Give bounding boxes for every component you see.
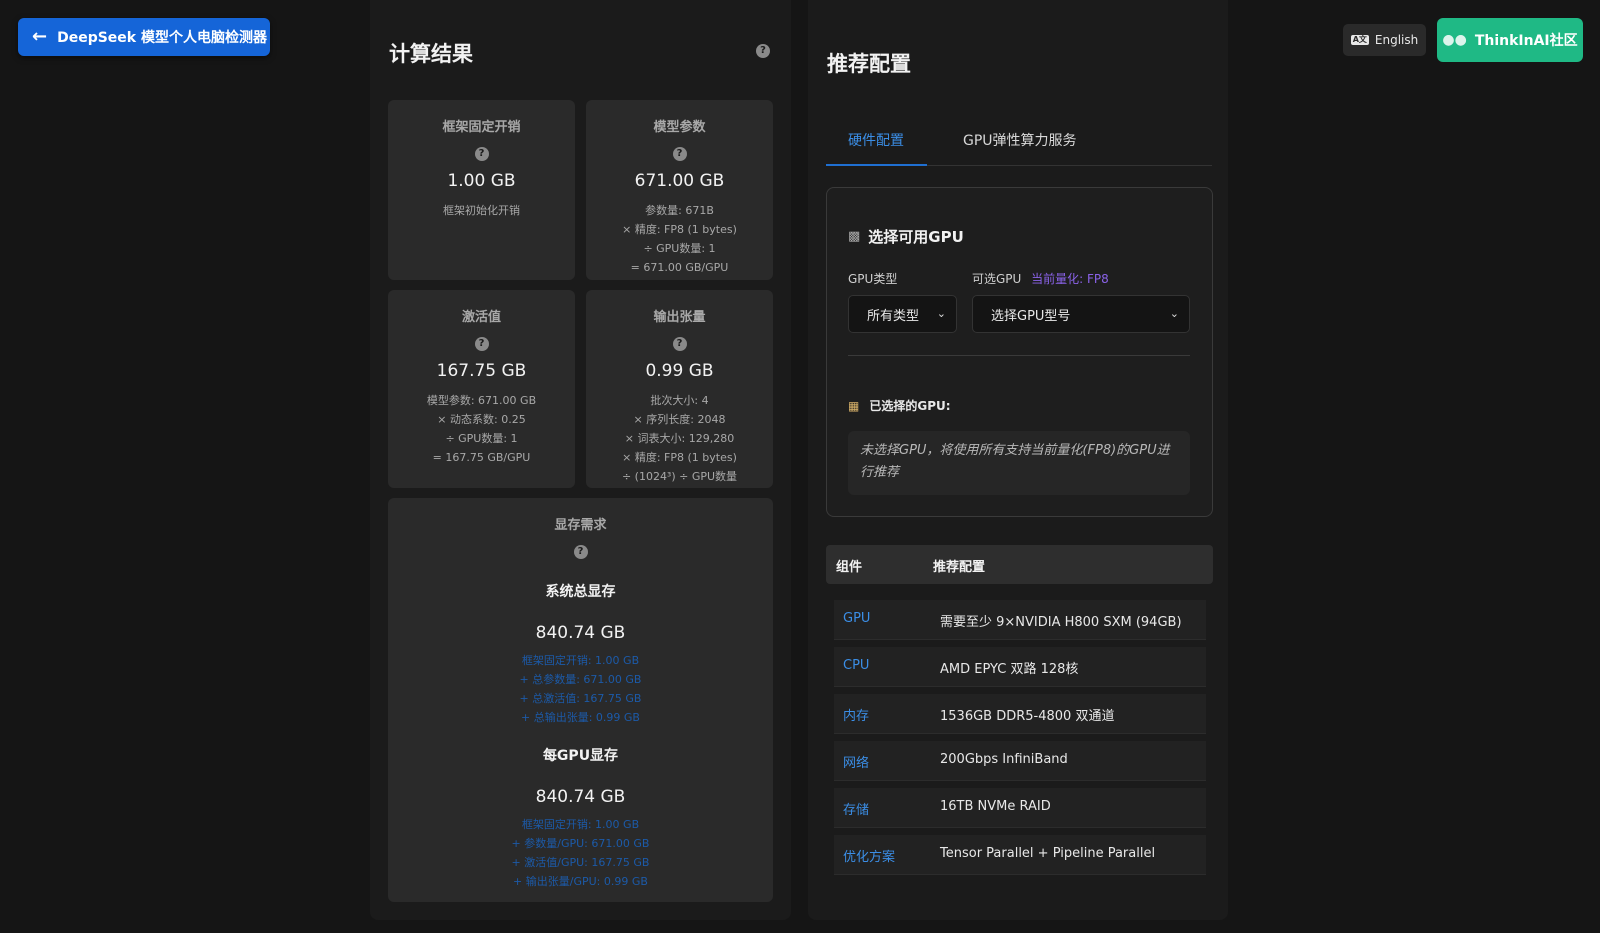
- framework-overhead-card: 框架固定开销 ? 1.00 GB 框架初始化开销: [388, 100, 575, 280]
- recommend-title: 推荐配置: [827, 52, 911, 76]
- community-button[interactable]: ●● ThinkInAI社区: [1437, 18, 1583, 62]
- help-icon[interactable]: ?: [573, 545, 588, 559]
- memory-line: + 总输出张量: 0.99 GB: [521, 711, 640, 724]
- row-config-value: AMD EPYC 双路 128核: [940, 662, 1079, 677]
- row-component-name: 网络: [843, 756, 870, 771]
- language-toggle-button[interactable]: A文 English: [1343, 24, 1426, 56]
- chevron-down-icon: ⌄: [936, 307, 946, 320]
- table-row: GPU 需要至少 9×NVIDIA H800 SXM (94GB): [834, 600, 1206, 640]
- gpu-select-box: ▩ 选择可用GPU GPU类型 可选GPU 当前量化: FP8 所有类型 ⌄ 选…: [826, 187, 1213, 517]
- card-line: × 序列长度: 2048: [633, 413, 726, 426]
- tab-active-indicator: [826, 164, 927, 166]
- output-tensor-card: 输出张量 ? 0.99 GB 批次大小: 4 × 序列长度: 2048 × 词表…: [586, 290, 773, 488]
- tab-gpu-cloud[interactable]: GPU弹性算力服务: [963, 130, 1077, 150]
- gpu-available-label: 可选GPU: [972, 272, 1022, 286]
- table-row: 存储 16TB NVMe RAID: [834, 788, 1206, 828]
- help-icon[interactable]: ?: [756, 44, 770, 58]
- table-header-config: 推荐配置: [933, 560, 986, 575]
- gpu-type-select[interactable]: 所有类型 ⌄: [848, 295, 957, 333]
- card-title: 框架固定开销: [442, 120, 521, 135]
- recommend-table-header: 组件 推荐配置: [826, 545, 1213, 584]
- calc-results-title: 计算结果: [389, 42, 473, 66]
- quantization-label: 当前量化: FP8: [1031, 272, 1109, 286]
- divider: [848, 355, 1190, 356]
- memory-requirement-card: 显存需求 ? 系统总显存 840.74 GB 框架固定开销: 1.00 GB +…: [388, 498, 773, 902]
- card-value: 167.75 GB: [436, 361, 527, 381]
- memory-line: + 输出张量/GPU: 0.99 GB: [513, 875, 648, 888]
- card-line: 批次大小: 4: [650, 394, 709, 407]
- activation-card: 激活值 ? 167.75 GB 模型参数: 671.00 GB × 动态系数: …: [388, 290, 575, 488]
- row-config-value: 需要至少 9×NVIDIA H800 SXM (94GB): [940, 615, 1182, 630]
- gpu-model-select-value: 选择GPU型号: [991, 308, 1071, 324]
- memory-line: + 总激活值: 167.75 GB: [519, 692, 642, 705]
- gpu-model-select[interactable]: 选择GPU型号 ⌄: [972, 295, 1190, 333]
- row-component-name: 优化方案: [843, 850, 896, 865]
- table-row: 优化方案 Tensor Parallel + Pipeline Parallel: [834, 835, 1206, 875]
- per-gpu-memory-label: 每GPU显存: [542, 748, 619, 764]
- chevron-down-icon: ⌄: [1169, 307, 1179, 320]
- card-line: × 动态系数: 0.25: [437, 413, 526, 426]
- tab-hardware[interactable]: 硬件配置: [848, 130, 904, 150]
- total-memory-label: 系统总显存: [545, 584, 616, 600]
- card-value: 671.00 GB: [634, 171, 725, 191]
- card-line: 参数量: 671B: [645, 204, 714, 217]
- memory-line: 框架固定开销: 1.00 GB: [521, 654, 640, 667]
- row-config-value: 200Gbps InfiniBand: [940, 752, 1068, 767]
- back-button-label: DeepSeek 模型个人电脑检测器: [57, 30, 267, 46]
- per-gpu-memory-value: 840.74 GB: [535, 787, 626, 807]
- gamepad-icon: ▩: [848, 229, 861, 244]
- card-title: 模型参数: [653, 120, 706, 135]
- community-label: ThinkInAI社区: [1474, 33, 1578, 49]
- model-params-card: 模型参数 ? 671.00 GB 参数量: 671B × 精度: FP8 (1 …: [586, 100, 773, 280]
- language-label: English: [1374, 33, 1419, 47]
- help-icon[interactable]: ?: [474, 147, 489, 161]
- help-icon[interactable]: ?: [672, 337, 687, 351]
- back-button[interactable]: ← DeepSeek 模型个人电脑检测器: [18, 18, 270, 56]
- gpu-type-select-value: 所有类型: [867, 308, 920, 324]
- help-icon[interactable]: ?: [672, 147, 687, 161]
- table-row: 内存 1536GB DDR5-4800 双通道: [834, 694, 1206, 734]
- card-line: = 167.75 GB/GPU: [432, 451, 531, 464]
- card-value: 0.99 GB: [645, 361, 714, 381]
- card-line: × 词表大小: 129,280: [624, 432, 735, 445]
- card-title: 激活值: [461, 310, 501, 325]
- memory-line: + 总参数量: 671.00 GB: [519, 673, 642, 686]
- total-memory-value: 840.74 GB: [535, 623, 626, 643]
- clipboard-icon: ▦: [848, 398, 860, 413]
- card-line: × 精度: FP8 (1 bytes): [622, 451, 737, 464]
- row-config-value: 16TB NVMe RAID: [940, 799, 1051, 814]
- language-icon: A文: [1350, 34, 1369, 46]
- card-value: 1.00 GB: [447, 171, 516, 191]
- row-config-value: Tensor Parallel + Pipeline Parallel: [940, 846, 1156, 861]
- row-component-name: CPU: [843, 658, 870, 673]
- table-row: 网络 200Gbps InfiniBand: [834, 741, 1206, 781]
- memory-line: + 激活值/GPU: 167.75 GB: [511, 856, 650, 869]
- row-config-value: 1536GB DDR5-4800 双通道: [940, 709, 1115, 724]
- card-line: ÷ GPU数量: 1: [643, 242, 716, 255]
- arrow-left-icon: ←: [32, 26, 48, 47]
- card-title: 输出张量: [653, 310, 706, 325]
- recommend-tabs: 硬件配置 GPU弹性算力服务: [826, 122, 1212, 166]
- row-component-name: 内存: [843, 709, 870, 724]
- memory-line: 框架固定开销: 1.00 GB: [521, 818, 640, 831]
- card-line: ÷ (1024³) ÷ GPU数量: [621, 470, 738, 483]
- card-title: 显存需求: [554, 518, 607, 533]
- help-icon[interactable]: ?: [474, 337, 489, 351]
- selected-gpu-hint: 未选择GPU，将使用所有支持当前量化(FP8)的GPU进行推荐: [848, 431, 1190, 495]
- card-line: × 精度: FP8 (1 bytes): [622, 223, 737, 236]
- memory-line: + 参数量/GPU: 671.00 GB: [511, 837, 650, 850]
- table-header-component: 组件: [836, 560, 863, 575]
- card-line: ÷ GPU数量: 1: [445, 432, 518, 445]
- row-component-name: 存储: [843, 803, 870, 818]
- users-icon: ●●: [1442, 32, 1467, 48]
- gpu-select-heading: 选择可用GPU: [868, 228, 964, 246]
- row-component-name: GPU: [843, 611, 871, 626]
- card-line: 模型参数: 671.00 GB: [426, 394, 537, 407]
- card-line: = 671.00 GB/GPU: [630, 261, 729, 274]
- card-line: 框架初始化开销: [443, 204, 520, 217]
- gpu-type-label: GPU类型: [848, 272, 898, 286]
- selected-gpu-label: 已选择的GPU:: [869, 399, 951, 413]
- table-row: CPU AMD EPYC 双路 128核: [834, 647, 1206, 687]
